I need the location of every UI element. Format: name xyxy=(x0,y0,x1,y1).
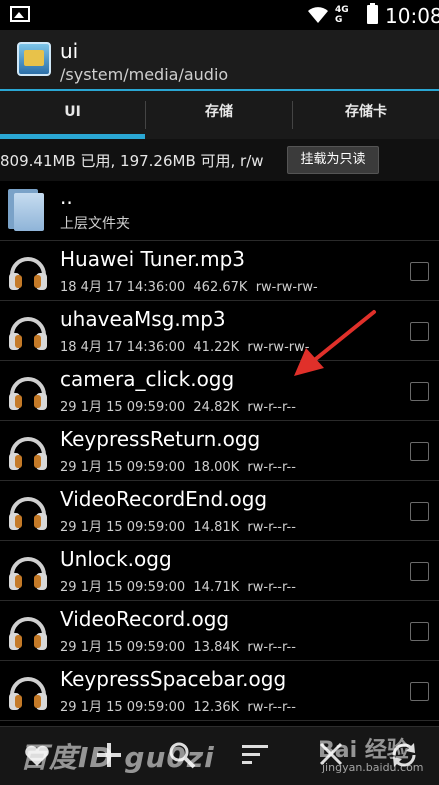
app-icon[interactable] xyxy=(17,42,51,76)
file-meta: 29 1月 15 09:59:00 24.82K rw-r--r-- xyxy=(60,396,296,415)
file-meta: 29 1月 15 09:59:00 18.00K rw-r--r-- xyxy=(60,456,296,475)
file-permissions: rw-r--r-- xyxy=(247,580,296,595)
watermark-baidu-jingyan: Bai 经验 xyxy=(318,738,409,763)
page-title: ui xyxy=(60,39,79,63)
file-date: 29 1月 15 09:59:00 xyxy=(60,580,186,595)
mount-readonly-button[interactable]: 挂载为只读 xyxy=(287,146,379,174)
file-size: 13.84K xyxy=(193,640,240,655)
file-meta: 29 1月 15 09:59:00 14.81K rw-r--r-- xyxy=(60,516,296,535)
battery-icon xyxy=(367,3,378,24)
file-permissions: rw-rw-rw- xyxy=(255,280,318,295)
file-date: 18 4月 17 14:36:00 xyxy=(60,340,186,355)
file-size: 462.67K xyxy=(193,280,248,295)
parent-folder-row[interactable]: .. 上层文件夹 xyxy=(0,181,439,241)
file-name: Unlock.ogg xyxy=(60,547,172,571)
headphones-icon xyxy=(6,549,50,597)
headphones-icon xyxy=(6,429,50,477)
file-row[interactable]: KeypressSpacebar.ogg 29 1月 15 09:59:00 12… xyxy=(0,661,439,721)
headphones-icon xyxy=(6,669,50,717)
file-date: 29 1月 15 09:59:00 xyxy=(60,640,186,655)
file-name: uhaveaMsg.mp3 xyxy=(60,307,226,331)
file-name: KeypressSpacebar.ogg xyxy=(60,667,287,691)
file-row[interactable]: VideoRecord.ogg 29 1月 15 09:59:00 13.84K … xyxy=(0,601,439,661)
image-notification-icon xyxy=(10,6,30,22)
tab-bar: UI 存储 存储卡 xyxy=(0,91,439,139)
file-date: 18 4月 17 14:36:00 xyxy=(60,280,186,295)
headphones-icon xyxy=(6,489,50,537)
headphones-icon xyxy=(6,309,50,357)
file-size: 14.71K xyxy=(193,580,240,595)
watermark-url: jingyan.baidu.com xyxy=(322,761,424,774)
status-bar: 4G G 10:08 xyxy=(0,0,439,30)
status-time: 10:08 xyxy=(385,4,439,28)
file-name: Huawei Tuner.mp3 xyxy=(60,247,246,271)
file-meta: 18 4月 17 14:36:00 41.22K rw-rw-rw- xyxy=(60,336,309,355)
parent-folder-label: 上层文件夹 xyxy=(60,216,130,232)
file-checkbox[interactable] xyxy=(410,262,429,281)
file-size: 14.81K xyxy=(193,520,240,535)
file-name: camera_click.ogg xyxy=(60,367,235,391)
tab-storage[interactable]: 存储 xyxy=(146,91,292,139)
headphones-icon xyxy=(6,249,50,297)
file-size: 12.36K xyxy=(193,700,240,715)
file-row[interactable]: Unlock.ogg 29 1月 15 09:59:00 14.71K rw-r-… xyxy=(0,541,439,601)
app-bar: ui /system/media/audio xyxy=(0,30,439,90)
storage-info-bar: 809.41MB 已用, 197.26MB 可用, r/w 挂载为只读 xyxy=(0,139,439,181)
file-date: 29 1月 15 09:59:00 xyxy=(60,520,186,535)
file-name: KeypressReturn.ogg xyxy=(60,427,261,451)
file-permissions: rw-r--r-- xyxy=(247,640,296,655)
file-date: 29 1月 15 09:59:00 xyxy=(60,460,186,475)
wifi-icon xyxy=(308,7,328,23)
tab-ui[interactable]: UI xyxy=(0,91,145,139)
file-permissions: rw-r--r-- xyxy=(247,700,296,715)
headphones-icon xyxy=(6,609,50,657)
file-permissions: rw-r--r-- xyxy=(247,400,296,415)
storage-usage-text: 809.41MB 已用, 197.26MB 可用, r/w xyxy=(0,152,264,170)
file-checkbox[interactable] xyxy=(410,382,429,401)
sort-icon[interactable] xyxy=(240,743,270,767)
file-checkbox[interactable] xyxy=(410,622,429,641)
file-row[interactable]: KeypressReturn.ogg 29 1月 15 09:59:00 18.0… xyxy=(0,421,439,481)
file-size: 41.22K xyxy=(193,340,240,355)
file-size: 24.82K xyxy=(193,400,240,415)
file-row[interactable]: Huawei Tuner.mp3 18 4月 17 14:36:00 462.67… xyxy=(0,241,439,301)
file-meta: 29 1月 15 09:59:00 14.71K rw-r--r-- xyxy=(60,576,296,595)
file-size: 18.00K xyxy=(193,460,240,475)
file-checkbox[interactable] xyxy=(410,442,429,461)
network-type: 4G G xyxy=(335,5,349,25)
file-date: 29 1月 15 09:59:00 xyxy=(60,700,186,715)
annotation-arrow-icon xyxy=(294,310,376,376)
folder-icon xyxy=(8,187,44,231)
parent-folder-name: .. xyxy=(60,185,73,209)
file-meta: 18 4月 17 14:36:00 462.67K rw-rw-rw- xyxy=(60,276,318,295)
file-checkbox[interactable] xyxy=(410,322,429,341)
current-path: /system/media/audio xyxy=(60,65,229,84)
headphones-icon xyxy=(6,369,50,417)
file-checkbox[interactable] xyxy=(410,502,429,521)
file-meta: 29 1月 15 09:59:00 13.84K rw-r--r-- xyxy=(60,636,296,655)
file-name: VideoRecord.ogg xyxy=(60,607,230,631)
file-name: VideoRecordEnd.ogg xyxy=(60,487,268,511)
file-checkbox[interactable] xyxy=(410,562,429,581)
file-checkbox[interactable] xyxy=(410,682,429,701)
file-row[interactable]: VideoRecordEnd.ogg 29 1月 15 09:59:00 14.8… xyxy=(0,481,439,541)
file-meta: 29 1月 15 09:59:00 12.36K rw-r--r-- xyxy=(60,696,296,715)
file-date: 29 1月 15 09:59:00 xyxy=(60,400,186,415)
file-permissions: rw-r--r-- xyxy=(247,460,296,475)
tab-sd-card[interactable]: 存储卡 xyxy=(293,91,439,139)
file-permissions: rw-r--r-- xyxy=(247,520,296,535)
watermark-baidu-id: 百度ID gu0zi xyxy=(20,741,215,774)
